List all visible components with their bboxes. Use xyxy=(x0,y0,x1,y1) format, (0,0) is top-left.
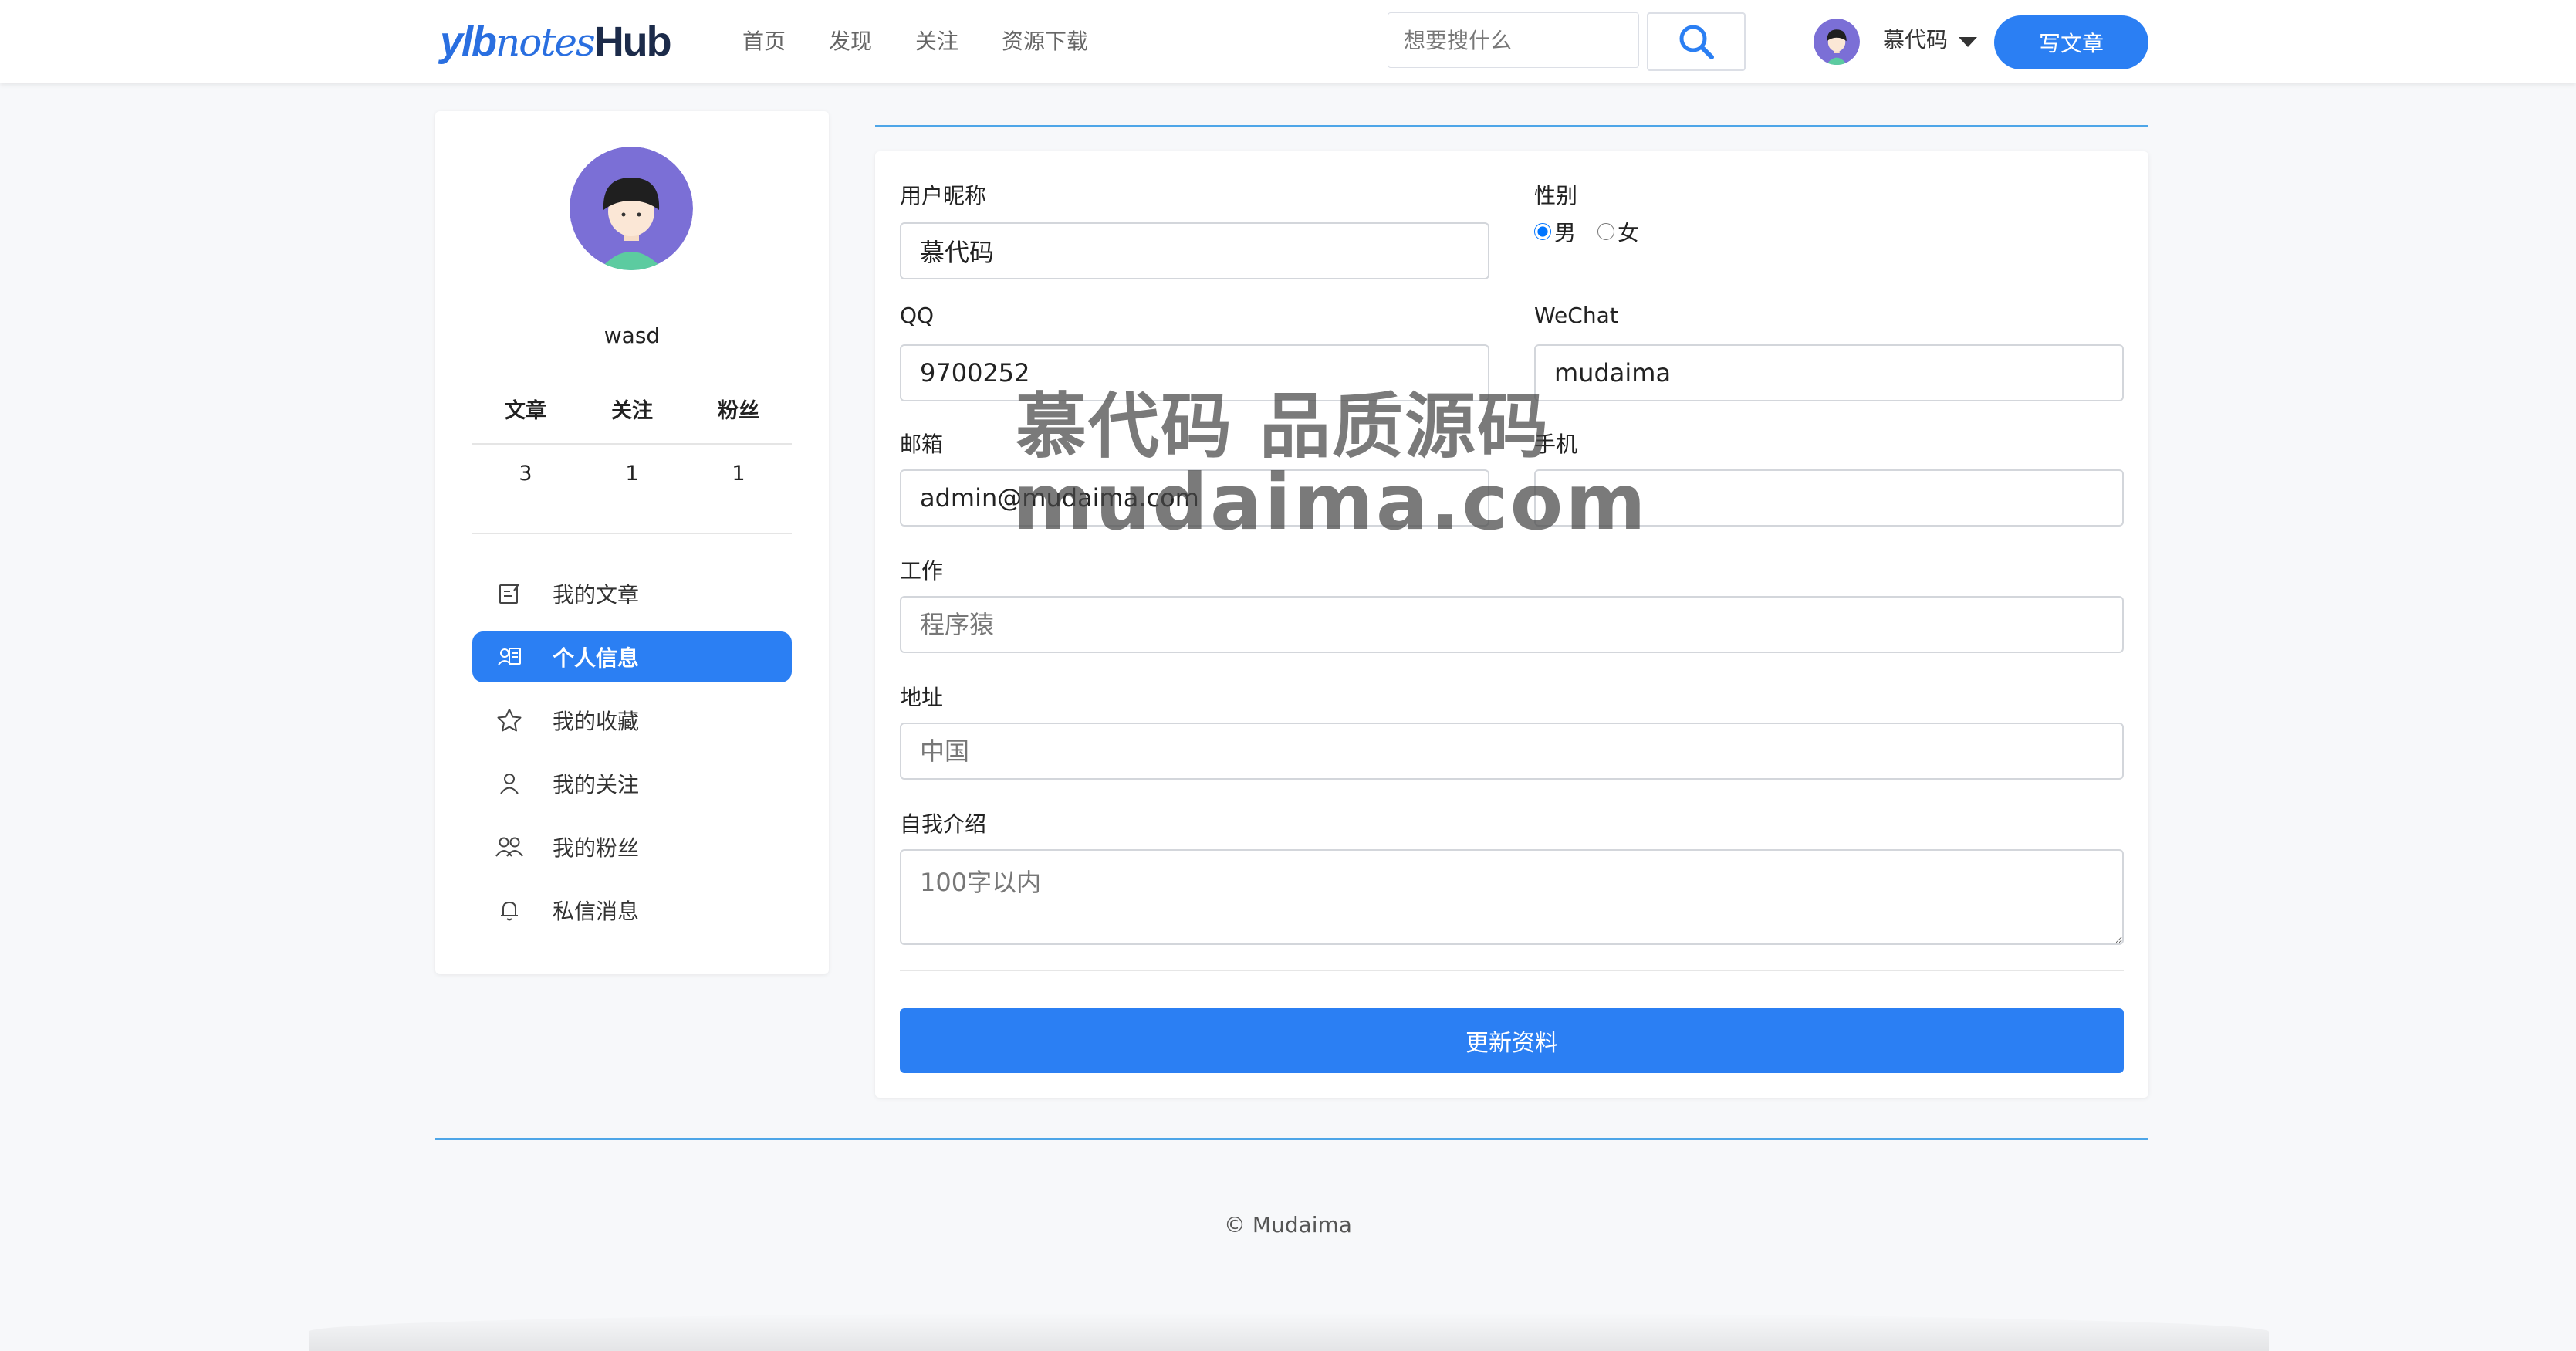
qq-input[interactable] xyxy=(900,344,1489,401)
qq-label: QQ xyxy=(900,303,935,328)
stats-labels: 文章 关注 粉丝 xyxy=(472,394,792,424)
logo-part-1: ylb xyxy=(440,19,497,65)
gender-label: 性别 xyxy=(1534,183,1578,208)
gender-option-label: 女 xyxy=(1618,220,1640,245)
bio-textarea[interactable] xyxy=(900,849,2124,945)
gender-option-female[interactable]: 女 xyxy=(1597,216,1639,247)
site-logo[interactable]: ylbnotesHub xyxy=(440,17,672,66)
nav-downloads[interactable]: 资源下载 xyxy=(1002,26,1088,57)
menu-item-messages[interactable]: 私信消息 xyxy=(472,885,792,936)
bell-icon xyxy=(494,895,525,926)
logo-part-3: Hub xyxy=(593,19,672,65)
gender-option-male[interactable]: 男 xyxy=(1534,216,1576,247)
gender-option-label: 男 xyxy=(1554,220,1577,245)
nav-home[interactable]: 首页 xyxy=(742,26,786,57)
logo-part-2: notes xyxy=(495,20,596,65)
menu-label: 我的关注 xyxy=(553,772,640,797)
menu-item-favorites[interactable]: 我的收藏 xyxy=(472,695,792,746)
page-bottom-shadow xyxy=(309,1312,2269,1351)
section-divider xyxy=(875,125,2148,127)
edit-note-icon xyxy=(494,578,525,609)
menu-item-personal-info[interactable]: 个人信息 xyxy=(472,631,792,682)
job-input[interactable] xyxy=(900,596,2124,653)
users-icon xyxy=(494,831,525,862)
menu-label: 我的文章 xyxy=(553,582,640,608)
profile-username: wasd xyxy=(603,323,661,348)
profile-menu: 我的文章 个人信息 我的收藏 我的关注 我的粉丝 私信消息 xyxy=(472,568,792,948)
top-navbar: ylbnotesHub 首页 发现 关注 资源下载 慕代码 写文章 xyxy=(0,0,2576,83)
divider xyxy=(472,533,792,534)
menu-label: 私信消息 xyxy=(553,899,640,924)
email-label: 邮箱 xyxy=(900,432,944,457)
address-input[interactable] xyxy=(900,723,2124,780)
update-profile-button[interactable]: 更新资料 xyxy=(900,1008,2124,1073)
stat-label-following: 关注 xyxy=(611,399,653,423)
header-avatar[interactable] xyxy=(1814,19,1860,65)
stat-value-fans[interactable]: 1 xyxy=(685,462,792,486)
menu-item-fans[interactable]: 我的粉丝 xyxy=(472,821,792,872)
search-icon xyxy=(1679,25,1714,59)
id-card-icon xyxy=(494,642,525,672)
chevron-down-icon[interactable] xyxy=(1959,37,1977,47)
gender-radio-female[interactable] xyxy=(1597,223,1615,240)
divider xyxy=(900,970,2124,971)
nav-discover[interactable]: 发现 xyxy=(829,26,872,57)
job-label: 工作 xyxy=(900,558,944,584)
search-input[interactable] xyxy=(1388,12,1639,68)
star-icon xyxy=(494,705,525,736)
stat-value-articles[interactable]: 3 xyxy=(472,462,579,486)
nav-follow[interactable]: 关注 xyxy=(915,26,958,57)
profile-form: 用户昵称 性别 男 女 QQ WeChat 邮箱 手机 工作 地址 自我介绍 更… xyxy=(875,151,2148,1098)
menu-item-my-articles[interactable]: 我的文章 xyxy=(472,568,792,619)
stat-value-following[interactable]: 1 xyxy=(579,462,685,486)
gender-radio-male[interactable] xyxy=(1534,223,1551,240)
wechat-label: WeChat xyxy=(1534,303,1618,328)
search-button[interactable] xyxy=(1647,12,1746,71)
divider xyxy=(472,443,792,445)
menu-label: 个人信息 xyxy=(553,645,640,671)
gender-radio-group: 男 女 xyxy=(1534,216,1661,247)
profile-sidebar: wasd 文章 关注 粉丝 3 1 1 我的文章 个人信息 我的收藏 我的关注 … xyxy=(435,111,829,974)
stat-label-articles: 文章 xyxy=(505,399,546,423)
user-icon xyxy=(494,768,525,799)
menu-label: 我的收藏 xyxy=(553,709,640,734)
write-article-button[interactable]: 写文章 xyxy=(1994,15,2148,69)
stat-label-fans: 粉丝 xyxy=(718,399,759,423)
email-input[interactable] xyxy=(900,469,1489,527)
footer-divider xyxy=(435,1138,2148,1140)
main-nav: 首页 发现 关注 资源下载 xyxy=(742,26,1131,57)
phone-input[interactable] xyxy=(1534,469,2124,527)
menu-item-following[interactable]: 我的关注 xyxy=(472,758,792,809)
nickname-input[interactable] xyxy=(900,222,1489,279)
address-label: 地址 xyxy=(900,685,944,710)
phone-label: 手机 xyxy=(1534,432,1578,457)
bio-label: 自我介绍 xyxy=(900,811,987,837)
copyright-text: © Mudaima xyxy=(1224,1212,1352,1238)
wechat-input[interactable] xyxy=(1534,344,2124,401)
nickname-label: 用户昵称 xyxy=(900,183,987,208)
header-username[interactable]: 慕代码 xyxy=(1883,25,1948,56)
menu-label: 我的粉丝 xyxy=(553,835,640,861)
profile-avatar xyxy=(570,147,693,270)
stats-values: 3 1 1 xyxy=(472,462,792,486)
